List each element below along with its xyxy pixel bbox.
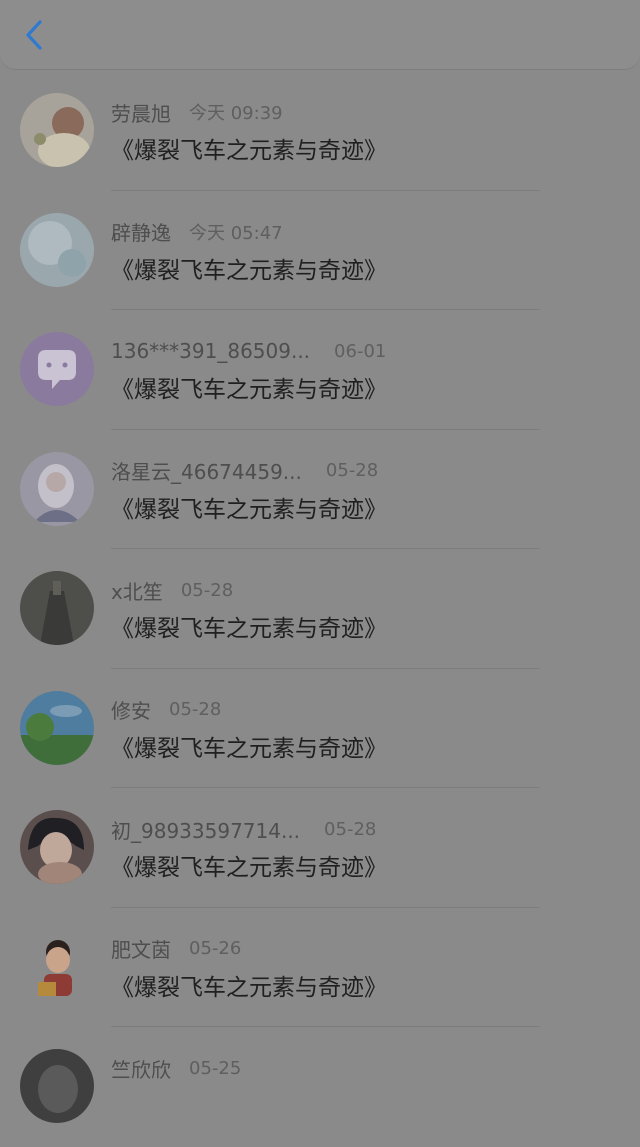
user-name[interactable]: 劳晨旭 — [111, 98, 171, 127]
comment-time: 05-28 — [180, 579, 234, 601]
comment-list: 劳晨旭 今天 09:39 《爆裂飞车之元素与奇迹》 辟静逸 今天 05:47 《… — [0, 71, 640, 1147]
comment-text: 《爆裂飞车之元素与奇迹》 — [111, 974, 387, 1001]
avatar[interactable] — [20, 93, 94, 167]
comment-text: 《爆裂飞车之元素与奇迹》 — [111, 616, 387, 642]
comment-row: x北笙 05-28 《爆裂飞车之元素与奇迹》 — [0, 549, 640, 669]
comment-text: 《爆裂飞车之元素与奇迹》 — [111, 496, 387, 523]
avatar[interactable] — [20, 571, 94, 645]
back-button[interactable] — [20, 18, 50, 52]
comment-text: 《爆裂飞车之元素与奇迹》 — [111, 138, 387, 164]
comment-time: 05-25 — [189, 1057, 242, 1079]
comment-row: 初_98933597714... 05-28 《爆裂飞车之元素与奇迹》 — [0, 788, 640, 908]
comment-time: 05-28 — [324, 818, 377, 840]
comment-row: 劳晨旭 今天 09:39 《爆裂飞车之元素与奇迹》 — [0, 71, 640, 191]
comment-text: 《爆裂飞车之元素与奇迹》 — [111, 735, 387, 762]
comment-meta: 肥文茵 05-26 — [111, 936, 241, 962]
user-name[interactable]: 竺欣欣 — [111, 1054, 171, 1083]
comment-time: 05-28 — [169, 699, 222, 720]
user-name[interactable]: 初_98933597714... — [111, 815, 300, 844]
comment-time: 05-26 — [189, 938, 242, 959]
user-name[interactable]: 洛星云_46674459... — [111, 456, 302, 485]
avatar[interactable] — [20, 332, 94, 406]
avatar[interactable] — [20, 929, 94, 1004]
user-name[interactable]: 肥文茵 — [111, 934, 171, 963]
comment-text: 《爆裂飞车之元素与奇迹》 — [111, 855, 387, 881]
top-bar — [0, 0, 640, 70]
avatar[interactable] — [20, 451, 94, 526]
comment-time: 今天 09:39 — [189, 103, 283, 124]
avatar[interactable] — [20, 212, 94, 287]
comment-row: 肥文茵 05-26 《爆裂飞车之元素与奇迹》 — [0, 908, 640, 1027]
user-name[interactable]: 136***391_86509... — [111, 339, 310, 363]
comment-row: 修安 05-28 《爆裂飞车之元素与奇迹》 — [0, 669, 640, 788]
comment-row: 竺欣欣 05-25 — [0, 1027, 640, 1147]
user-name[interactable]: 修安 — [111, 695, 151, 724]
comment-meta: 竺欣欣 05-25 — [111, 1054, 242, 1083]
comment-meta: x北笙 05-28 — [111, 576, 234, 605]
avatar[interactable] — [20, 810, 94, 884]
comment-text: 《爆裂飞车之元素与奇迹》 — [111, 257, 387, 284]
comment-time: 今天 05:47 — [189, 222, 283, 244]
comment-time: 05-28 — [325, 460, 379, 481]
comment-meta: 辟静逸 今天 05:47 — [111, 219, 283, 245]
comment-meta: 修安 05-28 — [111, 697, 221, 723]
comment-row: 136***391_86509... 06-01 《爆裂飞车之元素与奇迹》 — [0, 310, 640, 430]
avatar[interactable] — [20, 1049, 94, 1123]
comment-meta: 136***391_86509... 06-01 — [111, 338, 386, 364]
chevron-left-icon — [26, 20, 42, 50]
avatar[interactable] — [20, 690, 94, 765]
comment-time: 06-01 — [334, 340, 387, 362]
comment-meta: 劳晨旭 今天 09:39 — [111, 98, 283, 127]
comment-meta: 洛星云_46674459... 05-28 — [111, 458, 378, 484]
comment-text: 《爆裂飞车之元素与奇迹》 — [111, 377, 387, 403]
comment-row: 辟静逸 今天 05:47 《爆裂飞车之元素与奇迹》 — [0, 191, 640, 310]
user-name[interactable]: x北笙 — [111, 576, 163, 605]
user-name[interactable]: 辟静逸 — [111, 217, 171, 246]
comment-meta: 初_98933597714... 05-28 — [111, 815, 377, 844]
comment-row: 洛星云_46674459... 05-28 《爆裂飞车之元素与奇迹》 — [0, 430, 640, 549]
